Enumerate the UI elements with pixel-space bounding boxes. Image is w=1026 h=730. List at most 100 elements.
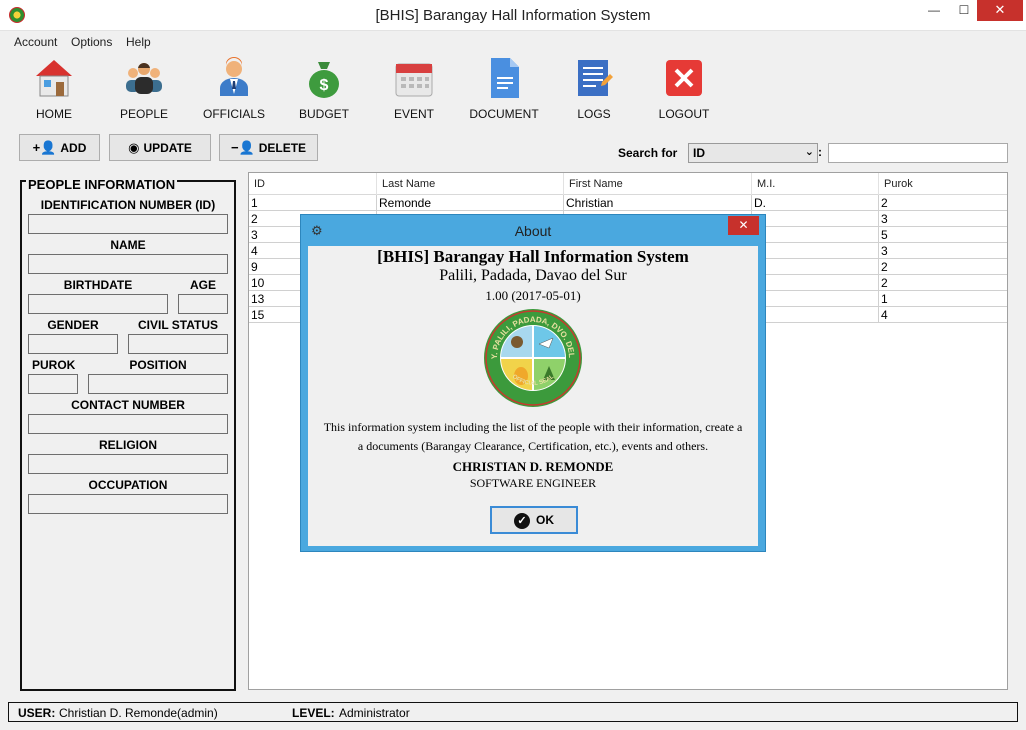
logs-icon <box>578 60 613 96</box>
name-field[interactable] <box>28 254 228 274</box>
table-cell-purok[interactable]: 2 <box>879 195 1007 211</box>
user-label: USER: <box>18 706 56 720</box>
about-author: CHRISTIAN D. REMONDE <box>452 459 614 474</box>
about-version: 1.00 (2017-05-01) <box>485 288 581 303</box>
toolbar-event[interactable]: EVENT <box>374 56 454 126</box>
status-bar: USER: Christian D. Remonde(admin) LEVEL:… <box>8 702 1018 722</box>
table-cell-mi[interactable] <box>752 275 879 291</box>
update-user-icon: ◉ <box>128 140 140 155</box>
id-field[interactable] <box>28 214 228 234</box>
religion-field[interactable] <box>28 454 228 474</box>
delete-button-label: DELETE <box>258 141 307 155</box>
people-icon <box>126 62 162 94</box>
contact-number-field[interactable] <box>28 414 228 434</box>
column-header-last-name[interactable]: Last Name <box>377 173 564 195</box>
purok-field[interactable] <box>28 374 78 394</box>
about-role: SOFTWARE ENGINEER <box>469 476 597 490</box>
menu-account[interactable]: Account <box>14 35 57 49</box>
check-circle-icon: ✓ <box>514 512 530 529</box>
toolbar-people[interactable]: PEOPLE <box>104 56 184 126</box>
position-label: POSITION <box>129 358 187 372</box>
religion-label: RELIGION <box>98 438 157 452</box>
add-button[interactable]: +👤 ADD <box>19 134 100 161</box>
table-cell-id[interactable]: 1 <box>249 195 377 211</box>
logout-icon <box>666 60 702 96</box>
table-cell-mi[interactable]: D. <box>752 195 879 211</box>
purok-label: PUROK <box>32 358 76 372</box>
id-label: IDENTIFICATION NUMBER (ID) <box>40 198 216 212</box>
age-label: AGE <box>189 278 216 292</box>
search-field-select[interactable]: ID ⌄ <box>688 143 818 163</box>
toolbar-people-label: PEOPLE <box>119 107 169 121</box>
toolbar-document[interactable]: DOCUMENT <box>464 56 544 126</box>
table-cell-purok[interactable]: 3 <box>879 243 1007 259</box>
search-label: Search for <box>618 146 678 160</box>
maximize-button[interactable]: ☐ <box>951 0 977 21</box>
menu-help[interactable]: Help <box>126 35 151 49</box>
toolbar-budget-label: BUDGET <box>298 107 349 121</box>
toolbar-home-label: HOME <box>36 107 72 121</box>
about-description: This information system including the li… <box>323 420 743 453</box>
title-bar: [BHIS] Barangay Hall Information System … <box>0 0 1026 31</box>
toolbar-budget[interactable]: $ BUDGET <box>284 56 364 126</box>
gender-field[interactable] <box>28 334 118 354</box>
table-cell-purok[interactable]: 2 <box>879 259 1007 275</box>
table-cell-last-name[interactable]: Remonde <box>377 195 564 211</box>
column-header-purok[interactable]: Purok <box>879 173 1007 195</box>
minimize-button[interactable]: — <box>917 0 951 21</box>
panel-legend: PEOPLE INFORMATION <box>26 177 178 192</box>
table-cell-purok[interactable]: 4 <box>879 307 1007 323</box>
toolbar-event-label: EVENT <box>393 107 434 121</box>
search-colon: : <box>818 145 822 159</box>
level-value: Administrator <box>339 706 410 720</box>
toolbar-logout-label: LOGOUT <box>658 107 710 121</box>
close-button[interactable]: ✕ <box>977 0 1023 21</box>
calendar-icon <box>395 63 433 97</box>
about-close-button[interactable]: ✕ <box>728 216 759 235</box>
delete-button[interactable]: −👤 DELETE <box>219 134 318 161</box>
toolbar-document-label: DOCUMENT <box>469 107 539 121</box>
toolbar-officials[interactable]: OFFICIALS <box>194 56 274 126</box>
table-cell-purok[interactable]: 3 <box>879 211 1007 227</box>
menu-options[interactable]: Options <box>71 35 112 49</box>
about-app-name: [BHIS] Barangay Hall Information System <box>377 247 689 266</box>
civil-status-field[interactable] <box>128 334 228 354</box>
birthdate-field[interactable] <box>28 294 168 314</box>
table-cell-mi[interactable] <box>752 291 879 307</box>
ok-button[interactable]: ✓ OK <box>490 506 578 534</box>
occupation-field[interactable] <box>28 494 228 514</box>
table-cell-mi[interactable] <box>752 227 879 243</box>
column-header-first-name[interactable]: First Name <box>564 173 752 195</box>
toolbar-logout[interactable]: LOGOUT <box>644 56 724 126</box>
menu-bar: Account Options Help <box>0 31 1026 51</box>
update-button[interactable]: ◉ UPDATE <box>109 134 211 161</box>
search-input[interactable] <box>828 143 1008 163</box>
position-field[interactable] <box>88 374 228 394</box>
table-cell-purok[interactable]: 1 <box>879 291 1007 307</box>
toolbar-officials-label: OFFICIALS <box>202 107 265 121</box>
birthdate-label: BIRTHDATE <box>63 278 133 292</box>
home-icon <box>36 60 72 97</box>
table-row[interactable]: 1 Remonde Christian D. 2 <box>249 195 1007 211</box>
table-cell-mi[interactable] <box>752 307 879 323</box>
table-cell-purok[interactable]: 5 <box>879 227 1007 243</box>
barangay-seal-icon: BRGY. PALILI, PADADA, DVO. DEL SUR OFFIC… <box>483 308 582 407</box>
table-cell-mi[interactable] <box>752 243 879 259</box>
contact-number-label: CONTACT NUMBER <box>71 398 185 412</box>
table-cell-mi[interactable] <box>752 211 879 227</box>
ok-button-label: OK <box>536 513 554 527</box>
gender-label: GENDER <box>47 318 99 332</box>
age-field[interactable] <box>178 294 228 314</box>
table-cell-mi[interactable] <box>752 259 879 275</box>
update-button-label: UPDATE <box>143 141 192 155</box>
window-title: [BHIS] Barangay Hall Information System <box>375 7 651 24</box>
toolbar-home[interactable]: HOME <box>14 56 94 126</box>
toolbar-logs[interactable]: LOGS <box>554 56 634 126</box>
table-cell-purok[interactable]: 2 <box>879 275 1007 291</box>
about-location: Palili, Padada, Davao del Sur <box>439 267 627 284</box>
add-user-icon: +👤 <box>32 140 57 155</box>
column-header-id[interactable]: ID <box>249 173 377 195</box>
table-cell-first-name[interactable]: Christian <box>564 195 752 211</box>
column-header-mi[interactable]: M.I. <box>752 173 879 195</box>
civil-status-label: CIVIL STATUS <box>137 318 218 332</box>
